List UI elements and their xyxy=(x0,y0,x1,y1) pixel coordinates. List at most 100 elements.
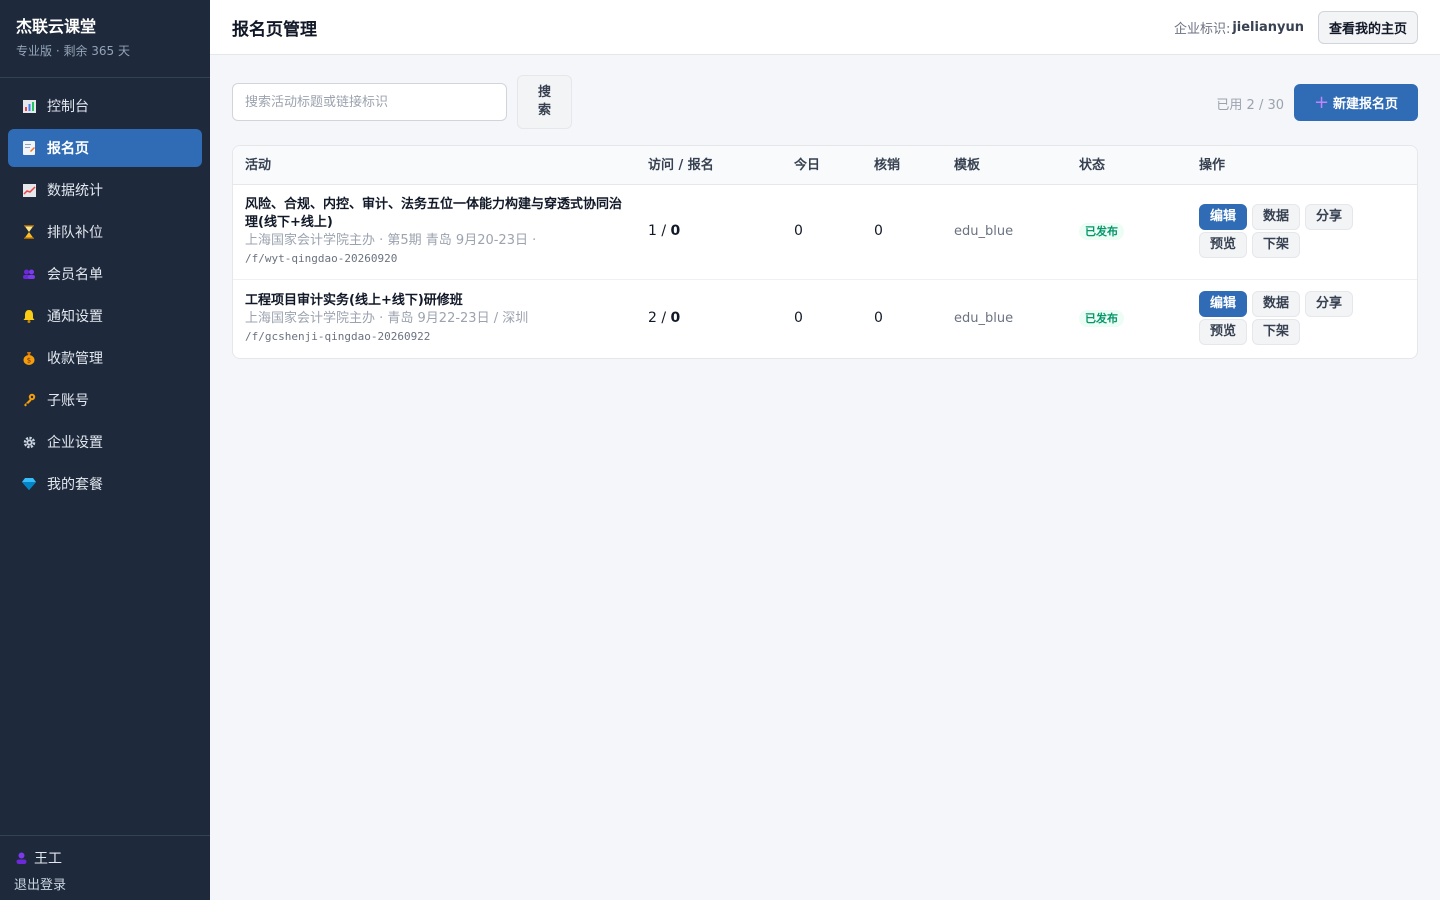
key-icon xyxy=(22,393,36,407)
new-signup-page-button[interactable]: + 新建报名页 xyxy=(1294,84,1418,121)
verified-count: 0 xyxy=(874,223,883,239)
sidebar-item-label: 排队补位 xyxy=(47,225,103,241)
today-count: 0 xyxy=(794,310,803,326)
edit-button[interactable]: 编辑 xyxy=(1199,204,1248,230)
plus-icon: + xyxy=(1313,91,1330,113)
visits-count: 2 xyxy=(648,310,657,326)
verified-count: 0 xyxy=(874,310,883,326)
sidebar-item-sub-accounts[interactable]: 子账号 xyxy=(8,381,202,419)
column-visits-signups: 访问 / 报名 xyxy=(648,158,714,173)
column-today: 今日 xyxy=(794,158,821,173)
search-button-label: 搜索 xyxy=(537,85,551,118)
activity-cell: 风险、合规、内控、审计、法务五位一体能力构建与穿透式协同治理(线下+线上) 上海… xyxy=(245,196,630,268)
edit-button[interactable]: 编辑 xyxy=(1199,291,1248,317)
sidebar-item-label: 收款管理 xyxy=(47,351,103,367)
share-button[interactable]: 分享 xyxy=(1305,291,1354,317)
signups-count: 0 xyxy=(670,223,681,239)
sidebar-item-waitlist[interactable]: 排队补位 xyxy=(8,213,202,251)
diamond-icon xyxy=(22,477,36,491)
sidebar-item-statistics[interactable]: 数据统计 xyxy=(8,171,202,209)
activity-table: 活动 访问 / 报名 今日 核销 模板 状态 操作 风险、合规、内控、审计、法务… xyxy=(232,145,1418,359)
column-template: 模板 xyxy=(954,158,981,173)
column-status: 状态 xyxy=(1079,158,1106,173)
activity-cell: 工程项目审计实务(线上+线下)研修班 上海国家会计学院主办 · 青岛 9月22-… xyxy=(245,292,630,346)
sidebar-item-label: 我的套餐 xyxy=(47,477,103,493)
hourglass-icon xyxy=(22,225,36,239)
sidebar-nav: 控制台 报名页 数据统计 排队补位 会员名单 通知设置 $ 收款管理 子账号 企… xyxy=(0,78,210,503)
user-icon xyxy=(14,851,28,865)
status-cell: 已发布 xyxy=(1079,310,1124,327)
row-actions: 编辑 数据 分享 预览 下架 xyxy=(1199,291,1369,347)
table-row: 工程项目审计实务(线上+线下)研修班 上海国家会计学院主办 · 青岛 9月22-… xyxy=(233,280,1417,358)
view-homepage-button[interactable]: 查看我的主页 xyxy=(1317,10,1418,44)
status-badge: 已发布 xyxy=(1079,310,1124,327)
quota-usage: 已用 2 / 30 xyxy=(1216,98,1284,113)
sidebar-item-label: 报名页 xyxy=(47,141,89,157)
sidebar-item-notifications[interactable]: 通知设置 xyxy=(8,297,202,335)
line-chart-icon xyxy=(22,183,36,197)
sidebar-footer: 王工 退出登录 xyxy=(0,835,210,900)
header: 报名页管理 企业标识: jielianyun 查看我的主页 xyxy=(210,0,1440,55)
activity-title[interactable]: 工程项目审计实务(线上+线下)研修班 xyxy=(245,292,630,310)
status-badge: 已发布 xyxy=(1079,223,1124,240)
signups-count: 0 xyxy=(670,310,681,326)
search-button[interactable]: 搜索 xyxy=(517,75,572,129)
visits-signups-cell: 1 / 0 xyxy=(648,223,681,239)
data-button[interactable]: 数据 xyxy=(1252,204,1301,230)
search-input[interactable] xyxy=(232,83,507,121)
page-title: 报名页管理 xyxy=(232,19,317,40)
visits-count: 1 xyxy=(648,223,657,239)
template-name: edu_blue xyxy=(954,224,1014,239)
row-actions: 编辑 数据 分享 预览 下架 xyxy=(1199,204,1369,260)
sidebar-item-my-plan[interactable]: 我的套餐 xyxy=(8,465,202,503)
data-button[interactable]: 数据 xyxy=(1252,291,1301,317)
sidebar-item-label: 子账号 xyxy=(47,393,89,409)
svg-text:$: $ xyxy=(27,357,31,365)
column-activity: 活动 xyxy=(245,158,272,173)
activity-path: /f/wyt-qingdao-20260920 xyxy=(245,252,398,265)
sidebar: 杰联云课堂 专业版 · 剩余 365 天 控制台 报名页 数据统计 排队补位 会… xyxy=(0,0,210,900)
preview-button[interactable]: 预览 xyxy=(1199,319,1248,345)
logout-link[interactable]: 退出登录 xyxy=(14,874,196,893)
current-user: 王工 xyxy=(14,848,196,868)
gear-icon xyxy=(22,435,36,449)
money-bag-icon: $ xyxy=(22,351,36,365)
new-button-label: 新建报名页 xyxy=(1333,97,1399,112)
sidebar-item-label: 数据统计 xyxy=(47,183,103,199)
tenant-id: jielianyun xyxy=(1232,19,1304,35)
activity-title[interactable]: 风险、合规、内控、审计、法务五位一体能力构建与穿透式协同治理(线下+线上) xyxy=(245,196,630,232)
preview-button[interactable]: 预览 xyxy=(1199,232,1248,258)
sidebar-item-signup-pages[interactable]: 报名页 xyxy=(8,129,202,167)
document-icon xyxy=(22,141,36,155)
header-right: 企业标识: jielianyun 查看我的主页 xyxy=(1174,10,1418,44)
sidebar-item-label: 企业设置 xyxy=(47,435,103,451)
table-row: 风险、合规、内控、审计、法务五位一体能力构建与穿透式协同治理(线下+线上) 上海… xyxy=(233,185,1417,280)
status-cell: 已发布 xyxy=(1079,223,1124,240)
sidebar-item-label: 会员名单 xyxy=(47,267,103,283)
column-verified: 核销 xyxy=(874,158,901,173)
activity-meta: 上海国家会计学院主办 · 青岛 9月22-23日 / 深圳 xyxy=(245,311,529,326)
share-button[interactable]: 分享 xyxy=(1305,204,1354,230)
sidebar-item-label: 控制台 xyxy=(47,99,89,115)
bar-chart-icon xyxy=(22,99,36,113)
user-name: 王工 xyxy=(34,851,62,867)
brand-name: 杰联云课堂 xyxy=(16,17,97,36)
sidebar-item-dashboard[interactable]: 控制台 xyxy=(8,87,202,125)
sidebar-item-company-settings[interactable]: 企业设置 xyxy=(8,423,202,461)
activity-path: /f/gcshenji-qingdao-20260922 xyxy=(245,330,431,343)
column-actions: 操作 xyxy=(1199,158,1226,173)
brand: 杰联云课堂 专业版 · 剩余 365 天 xyxy=(0,0,210,78)
template-name: edu_blue xyxy=(954,311,1014,326)
activity-meta: 上海国家会计学院主办 · 第5期 青岛 9月20-23日 · xyxy=(245,233,537,248)
take-offline-button[interactable]: 下架 xyxy=(1252,232,1301,258)
today-count: 0 xyxy=(794,223,803,239)
table-header: 活动 访问 / 报名 今日 核销 模板 状态 操作 xyxy=(233,146,1417,185)
users-icon xyxy=(22,267,36,281)
visits-signups-cell: 2 / 0 xyxy=(648,310,681,326)
toolbar: 搜索 已用 2 / 30 + 新建报名页 xyxy=(232,75,1418,129)
bell-icon xyxy=(22,309,36,323)
sidebar-item-members[interactable]: 会员名单 xyxy=(8,255,202,293)
sidebar-item-payments[interactable]: $ 收款管理 xyxy=(8,339,202,377)
plan-remaining: 专业版 · 剩余 365 天 xyxy=(16,44,130,58)
take-offline-button[interactable]: 下架 xyxy=(1252,319,1301,345)
